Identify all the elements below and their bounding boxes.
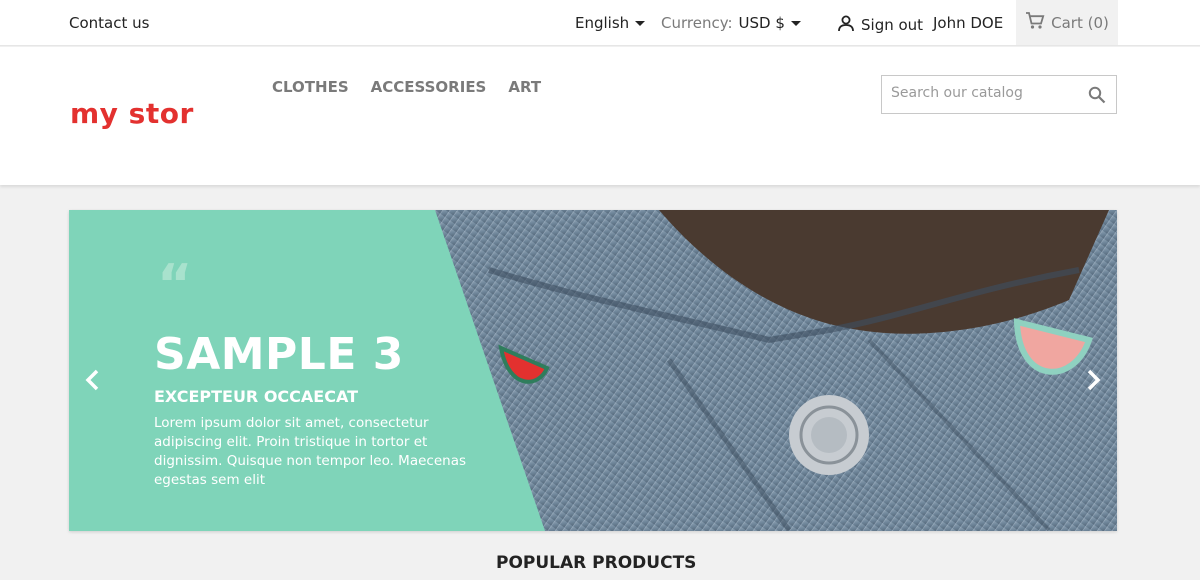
nav-item-accessories[interactable]: ACCESSORIES	[371, 78, 487, 96]
quote-mark-icon: “	[157, 253, 193, 316]
user-icon	[837, 14, 855, 36]
hero-subtitle: EXCEPTEUR OCCAECAT	[154, 387, 359, 406]
currency-value: USD $	[738, 14, 785, 32]
nav-item-art[interactable]: ART	[508, 78, 541, 96]
cart-icon	[1025, 11, 1045, 34]
search-input[interactable]	[891, 85, 1081, 101]
main-header: my stor CLOTHES ACCESSORIES ART	[0, 47, 1200, 185]
main-nav: CLOTHES ACCESSORIES ART	[272, 78, 541, 96]
store-logo[interactable]: my stor	[70, 97, 194, 130]
currency-label: Currency:	[661, 14, 733, 32]
currency-selector[interactable]: Currency: USD $	[661, 14, 801, 32]
carousel-prev-button[interactable]	[83, 365, 103, 395]
top-bar: Contact us English Currency: USD $ Sign …	[0, 0, 1200, 46]
sign-out-link[interactable]: Sign out	[837, 14, 923, 36]
hero-carousel: “ SAMPLE 3 EXCEPTEUR OCCAECAT Lorem ipsu…	[69, 210, 1117, 531]
sign-out-label: Sign out	[861, 16, 924, 34]
search-box	[881, 75, 1117, 114]
chevron-left-icon	[85, 369, 99, 391]
account-link[interactable]: John DOE	[933, 14, 1003, 32]
nav-item-clothes[interactable]: CLOTHES	[272, 78, 349, 96]
cart-label: Cart (0)	[1051, 13, 1109, 32]
chevron-down-icon	[790, 20, 801, 26]
search-icon[interactable]	[1088, 86, 1106, 108]
chevron-right-icon	[1087, 369, 1101, 391]
language-selector[interactable]: English	[575, 14, 646, 32]
chevron-down-icon	[635, 20, 646, 26]
popular-products-title: POPULAR PRODUCTS	[496, 553, 697, 573]
carousel-next-button[interactable]	[1083, 365, 1103, 395]
contact-us-link[interactable]: Contact us	[69, 14, 149, 32]
hero-title: SAMPLE 3	[154, 329, 404, 380]
language-value: English	[575, 14, 630, 32]
hero-text: Lorem ipsum dolor sit amet, consectetur …	[154, 415, 466, 488]
cart-button[interactable]: Cart (0)	[1016, 0, 1118, 45]
